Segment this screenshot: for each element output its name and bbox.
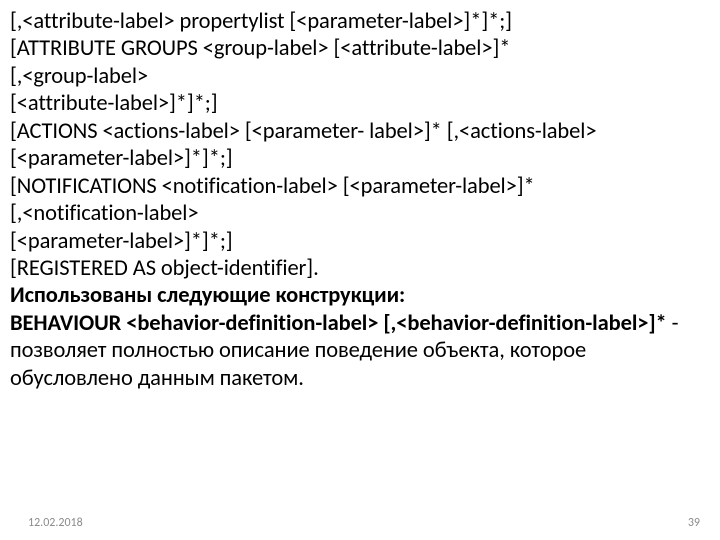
syntax-line: [,<attribute-label> propertylist [<param… <box>10 8 710 35</box>
syntax-line: [ACTIONS <actions-label> [<parameter- la… <box>10 118 710 145</box>
page-number: 39 <box>688 516 700 530</box>
footer-date: 12.02.2018 <box>28 516 83 530</box>
behaviour-syntax: BEHAVIOUR <behavior-definition-label> [,… <box>10 310 667 337</box>
syntax-line: [<parameter-label>]*]*;] <box>10 145 710 172</box>
syntax-line: [,<group-label> <box>10 63 710 90</box>
body-text: [,<attribute-label> propertylist [<param… <box>10 8 710 392</box>
syntax-line: [<parameter-label>]*]*;] <box>10 228 710 255</box>
slide: [,<attribute-label> propertylist [<param… <box>0 0 720 540</box>
syntax-line: [ATTRIBUTE GROUPS <group-label> [<attrib… <box>10 35 710 62</box>
footer: 12.02.2018 39 <box>0 516 720 530</box>
intro-line: Использованы следующие конструкции: <box>10 282 710 309</box>
syntax-line: [NOTIFICATIONS <notification-label> [<pa… <box>10 173 710 200</box>
syntax-line: [<attribute-label>]*]*;] <box>10 90 710 117</box>
syntax-line: [,<notification-label> <box>10 200 710 227</box>
syntax-line: [REGISTERED AS object-identifier]. <box>10 255 710 282</box>
behaviour-paragraph: BEHAVIOUR <behavior-definition-label> [,… <box>10 310 710 392</box>
